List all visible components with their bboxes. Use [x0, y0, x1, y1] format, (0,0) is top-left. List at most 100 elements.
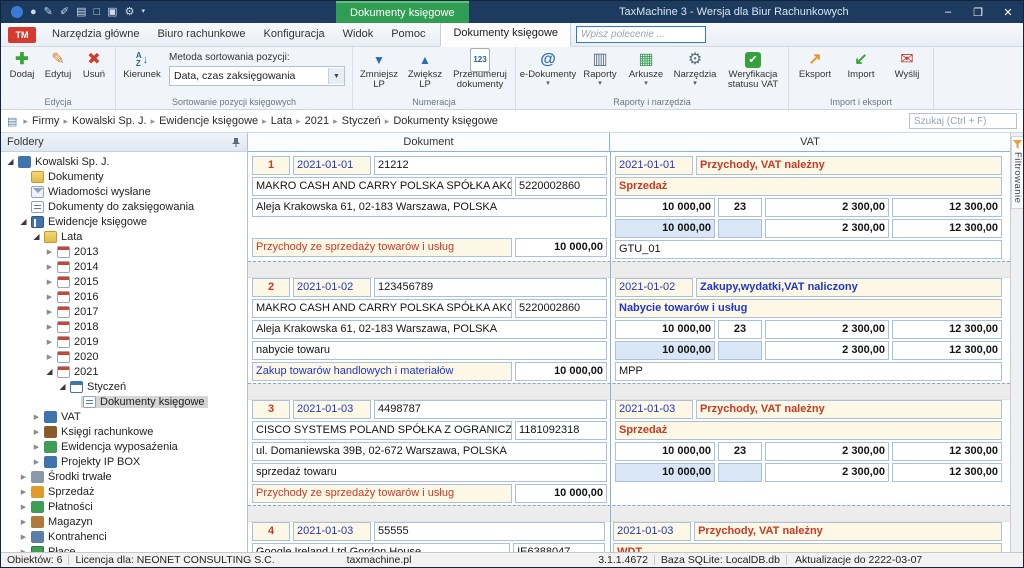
tree-item[interactable]: ◢Styczeń: [1, 379, 247, 394]
breadcrumb-item[interactable]: 2021: [305, 115, 329, 127]
doc-tax-id[interactable]: 5220002860: [515, 177, 607, 196]
vat-net-amount[interactable]: 10 000,00: [615, 219, 715, 238]
doc-category[interactable]: Przychody ze sprzedaży towarów i usług: [252, 484, 512, 503]
doc-address[interactable]: ul. Domaniewska 39B, 02-672 Warszawa, PO…: [252, 442, 607, 461]
doc-contractor-name[interactable]: MAKRO CASH AND CARRY POLSKA SPÓŁKA AKCYJ…: [252, 177, 512, 196]
tree-item[interactable]: ▶2015: [1, 274, 247, 289]
tree-expand-icon[interactable]: ▶: [44, 263, 55, 271]
decrease-lp-button[interactable]: ▼ Zmniejsz LP: [356, 49, 402, 90]
tree-collapse-icon[interactable]: ◢: [57, 382, 68, 391]
maximize-button[interactable]: ❐: [963, 1, 993, 23]
minimize-button[interactable]: –: [933, 1, 963, 23]
send-button[interactable]: ✉ Wyślij: [884, 49, 930, 80]
delete-button[interactable]: ✖ Usuń: [76, 49, 112, 80]
ribbon-tab-active[interactable]: Dokumenty księgowe: [440, 22, 571, 47]
tree-item[interactable]: Wiadomości wysłane: [1, 184, 247, 199]
document-tab[interactable]: Dokumenty księgowe: [336, 1, 469, 23]
tree-item[interactable]: ▶Magazyn: [1, 514, 247, 529]
edit-button[interactable]: ✎ Edytuj: [40, 49, 76, 80]
tree-item[interactable]: ▶Kontrahenci: [1, 529, 247, 544]
import-button[interactable]: ↙ Import: [838, 49, 884, 80]
doc-category[interactable]: Przychody ze sprzedaży towarów i usług: [252, 238, 512, 257]
doc-lp[interactable]: 2: [252, 278, 290, 297]
settings-gear-icon[interactable]: ⚙: [125, 1, 135, 23]
vat-gross-amount[interactable]: 12 300,00: [892, 219, 1002, 238]
tree-item[interactable]: ▶Księgi rachunkowe: [1, 424, 247, 439]
vat-date[interactable]: 2021-01-03: [613, 522, 691, 541]
tree-expand-icon[interactable]: ▶: [31, 443, 42, 451]
doc-number[interactable]: 4498787: [374, 400, 607, 419]
doc-number[interactable]: 55555: [374, 522, 605, 541]
tree-item[interactable]: ▶2019: [1, 334, 247, 349]
tree-item[interactable]: ▶2017: [1, 304, 247, 319]
doc-amount[interactable]: 10 000,00: [515, 362, 607, 381]
tree-expand-icon[interactable]: ▶: [44, 338, 55, 346]
chevron-down-icon[interactable]: ▼: [328, 68, 344, 84]
vat-rate[interactable]: [718, 341, 762, 360]
tree-item[interactable]: ◢2021: [1, 364, 247, 379]
breadcrumb-item[interactable]: Styczeń: [342, 115, 381, 127]
tree-item[interactable]: ◢Lata: [1, 229, 247, 244]
breadcrumb-item[interactable]: Lata: [271, 115, 292, 127]
tree-item[interactable]: ▶Płatności: [1, 499, 247, 514]
app-icon[interactable]: [11, 6, 23, 18]
close-button[interactable]: ✕: [993, 1, 1023, 23]
doc-amount[interactable]: 10 000,00: [515, 484, 607, 503]
vat-type[interactable]: Przychody, VAT należny: [694, 522, 1002, 541]
reports-button[interactable]: ▥ Raporty ▾: [577, 49, 623, 87]
menu-item-2[interactable]: Konfiguracja: [255, 23, 334, 46]
doc-lp[interactable]: 1: [252, 156, 290, 175]
tree-item[interactable]: ▶2014: [1, 259, 247, 274]
renumber-documents-button[interactable]: 123 Przenumeruj dokumenty: [448, 49, 512, 90]
vat-status-verification-button[interactable]: ✔ Weryfikacja statusu VAT: [721, 49, 785, 90]
doc-lp[interactable]: 4: [252, 522, 290, 541]
vat-net-amount[interactable]: 10 000,00: [615, 463, 715, 482]
print-icon[interactable]: ▤: [76, 1, 86, 23]
tree-expand-icon[interactable]: ▶: [44, 278, 55, 286]
record-icon[interactable]: ●: [30, 1, 37, 23]
vat-register[interactable]: WDT: [613, 543, 1002, 552]
vat-net-amount[interactable]: 10 000,00: [615, 320, 715, 339]
vat-type[interactable]: Przychody, VAT należny: [696, 400, 1002, 419]
column-header-vat[interactable]: VAT: [610, 133, 1010, 151]
vat-tax-amount[interactable]: 2 300,00: [765, 219, 889, 238]
doc-description[interactable]: nabycie towaru: [252, 341, 607, 360]
tree-item[interactable]: ▶VAT: [1, 409, 247, 424]
vat-gross-amount[interactable]: 12 300,00: [892, 198, 1002, 217]
vat-rate[interactable]: [718, 219, 762, 238]
edit-icon[interactable]: ✎: [44, 1, 53, 23]
doc-number[interactable]: 123456789: [374, 278, 607, 297]
vat-date[interactable]: 2021-01-03: [615, 400, 693, 419]
sheets-button[interactable]: ▦ Arkusze ▾: [623, 49, 669, 87]
vat-rate[interactable]: 23: [718, 320, 762, 339]
tree-item[interactable]: ▶Sprzedaż: [1, 484, 247, 499]
tree-expand-icon[interactable]: ▶: [31, 428, 42, 436]
filter-tab[interactable]: Filtrowanie: [1011, 136, 1023, 209]
tree-expand-icon[interactable]: ▶: [18, 518, 29, 526]
export-button[interactable]: ↗ Eksport: [792, 49, 838, 80]
doc-contractor-name[interactable]: CISCO SYSTEMS POLAND SPÓŁKA Z OGRANICZON…: [252, 421, 512, 440]
doc-address[interactable]: Aleja Krakowska 61, 02-183 Warszawa, POL…: [252, 320, 607, 339]
doc-description[interactable]: sprzedaż towaru: [252, 463, 607, 482]
vat-tag[interactable]: GTU_01: [615, 240, 1002, 259]
vat-date[interactable]: 2021-01-01: [615, 156, 693, 175]
tree-expand-icon[interactable]: ▶: [18, 473, 29, 481]
breadcrumb-item[interactable]: Ewidencje księgowe: [159, 115, 258, 127]
vat-type[interactable]: Przychody, VAT należny: [696, 156, 1002, 175]
doc-number[interactable]: 21212: [374, 156, 607, 175]
tree-item[interactable]: ◢Kowalski Sp. J.: [1, 154, 247, 169]
tree-expand-icon[interactable]: ▶: [31, 413, 42, 421]
vat-net-amount[interactable]: 10 000,00: [615, 442, 715, 461]
qat-dropdown-icon[interactable]: ▾: [141, 1, 145, 23]
nav-folder-icon[interactable]: ▤: [7, 115, 17, 128]
doc-lp[interactable]: 3: [252, 400, 290, 419]
tree-expand-icon[interactable]: ▶: [44, 248, 55, 256]
vat-gross-amount[interactable]: 12 300,00: [892, 341, 1002, 360]
tree-expand-icon[interactable]: ▶: [18, 533, 29, 541]
vat-tax-amount[interactable]: 2 300,00: [765, 341, 889, 360]
doc-tax-id[interactable]: IE6388047: [513, 543, 605, 552]
vat-tag[interactable]: MPP: [615, 362, 1002, 381]
vat-rate[interactable]: 23: [718, 198, 762, 217]
sort-method-dropdown[interactable]: Data, czas zaksięgowania ▼: [169, 66, 345, 86]
doc-tax-id[interactable]: 1181092318: [515, 421, 607, 440]
